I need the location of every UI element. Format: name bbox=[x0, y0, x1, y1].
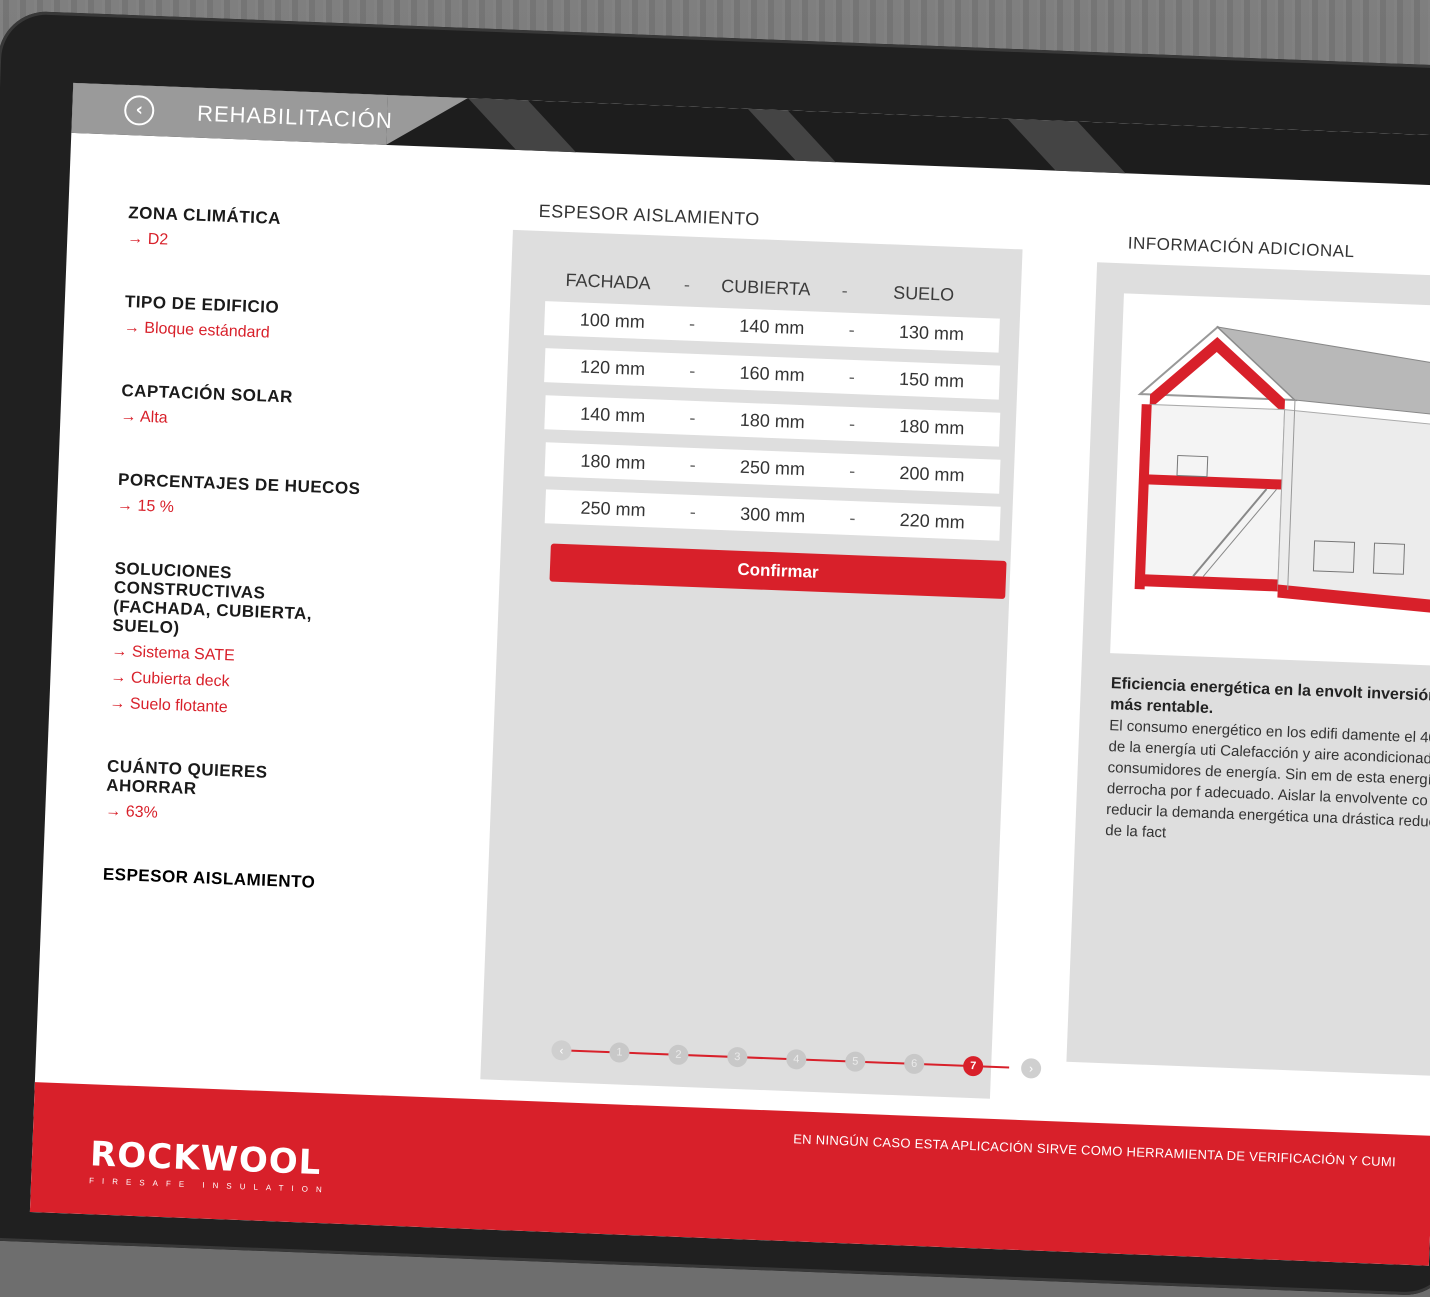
step-dot[interactable]: 3 bbox=[726, 1046, 748, 1068]
summary-value: → Alta bbox=[120, 407, 168, 427]
step-dot[interactable]: 1 bbox=[609, 1042, 630, 1063]
row-separator: - bbox=[849, 507, 856, 528]
row-separator: - bbox=[689, 454, 697, 475]
summary-item[interactable]: CUÁNTO QUIERES AHORRAR → 63% bbox=[105, 757, 357, 835]
column-headers: FACHADA - CUBIERTA - SUELO bbox=[541, 269, 991, 307]
step-dot[interactable]: 7 bbox=[962, 1055, 984, 1077]
summary-item[interactable]: CAPTACIÓN SOLAR → Alta bbox=[120, 381, 372, 440]
thickness-value: 300 mm bbox=[739, 503, 806, 526]
summary-value: → D2 bbox=[126, 230, 169, 249]
thickness-value: 120 mm bbox=[579, 356, 646, 379]
info-panel: Eficiencia energética en la envolt inver… bbox=[1066, 262, 1430, 1078]
row-separator: - bbox=[688, 313, 696, 334]
column-header: SUELO bbox=[892, 282, 955, 305]
row-separator: - bbox=[848, 413, 856, 434]
row-separator: - bbox=[848, 366, 856, 387]
rockwool-logo: ROCKWOOL bbox=[89, 1134, 323, 1184]
disclaimer-text: EN NINGÚN CASO ESTA APLICACIÓN SIRVE COM… bbox=[792, 1131, 1397, 1170]
thickness-value: 180 mm bbox=[898, 415, 965, 438]
thickness-value: 220 mm bbox=[899, 509, 966, 532]
footer: EN NINGÚN CASO ESTA APLICACIÓN SIRVE COM… bbox=[29, 1082, 1430, 1266]
header-decoration bbox=[1007, 118, 1126, 174]
thickness-value: 180 mm bbox=[580, 450, 646, 473]
row-separator: - bbox=[689, 501, 697, 522]
thickness-value: 100 mm bbox=[579, 308, 646, 332]
confirm-button[interactable]: Confirmar bbox=[549, 543, 1007, 600]
row-separator: - bbox=[688, 360, 696, 381]
thickness-option-row[interactable]: 250 mm - 300 mm - 220 mm bbox=[544, 489, 1001, 541]
thickness-value: 200 mm bbox=[899, 462, 965, 485]
summary-item[interactable]: ESPESOR AISLAMIENTO bbox=[103, 865, 354, 894]
monitor-frame: ‹ REHABILITACIÓN ZONA CLIMÁTICA → D2 TIPO … bbox=[0, 10, 1430, 1297]
row-separator: - bbox=[848, 460, 856, 481]
thickness-panel: FACHADA - CUBIERTA - SUELO Confirmar ‹ 1 2 3 4 5 6… bbox=[480, 229, 1042, 1099]
thickness-option-row[interactable]: 120 mm - 160 mm - 150 mm bbox=[544, 348, 1001, 400]
row-separator: - bbox=[848, 319, 856, 340]
progress-summary: ZONA CLIMÁTICA → D2 TIPO DE EDIFICIO → Bloq… bbox=[101, 203, 378, 933]
thickness-value: 160 mm bbox=[739, 362, 805, 385]
thickness-value: 140 mm bbox=[739, 315, 805, 338]
header-decoration bbox=[467, 98, 576, 153]
info-title: INFORMACIÓN ADICIONAL bbox=[1127, 233, 1355, 262]
house-illustration bbox=[1110, 293, 1430, 667]
summary-item[interactable]: SOLUCIONES CONSTRUCTIVAS (FACHADA, CUBIE… bbox=[109, 559, 365, 726]
thickness-value: 250 mm bbox=[580, 497, 647, 520]
header-decoration bbox=[747, 108, 836, 163]
step-dot[interactable]: 2 bbox=[668, 1044, 689, 1066]
step-dot[interactable]: 6 bbox=[903, 1053, 925, 1075]
summary-value: → 63% bbox=[104, 802, 159, 822]
thickness-value: 150 mm bbox=[898, 368, 965, 391]
thickness-value: 250 mm bbox=[739, 456, 806, 479]
thickness-value: 130 mm bbox=[898, 321, 965, 344]
summary-label: ESPESOR AISLAMIENTO bbox=[102, 864, 316, 892]
summary-value: → 15 % bbox=[116, 496, 175, 517]
summary-label: SOLUCIONES CONSTRUCTIVAS (FACHADA, CUBIE… bbox=[112, 558, 313, 638]
column-header: FACHADA bbox=[565, 269, 651, 294]
thickness-option-row[interactable]: 180 mm - 250 mm - 200 mm bbox=[544, 442, 1001, 494]
thickness-value: 140 mm bbox=[579, 403, 646, 426]
step-next-icon[interactable]: › bbox=[1020, 1057, 1042, 1079]
house-cutaway-icon bbox=[1134, 325, 1430, 614]
step-dot[interactable]: 4 bbox=[785, 1048, 807, 1070]
column-header: CUBIERTA bbox=[720, 275, 811, 300]
summary-item[interactable]: TIPO DE EDIFICIO → Bloque estándard bbox=[123, 292, 375, 351]
step-dot[interactable]: 5 bbox=[844, 1051, 866, 1072]
summary-value: → Bloque estándard bbox=[123, 318, 270, 342]
thickness-value: 180 mm bbox=[739, 409, 806, 432]
thickness-option-row[interactable]: 140 mm - 180 mm - 180 mm bbox=[544, 395, 1001, 447]
row-separator: - bbox=[689, 407, 696, 428]
summary-item[interactable]: PORCENTAJES DE HUECOS → 15 % bbox=[117, 470, 369, 529]
thickness-option-row[interactable]: 100 mm - 140 mm - 130 mm bbox=[543, 301, 1000, 353]
summary-label: CUÁNTO QUIERES AHORRAR bbox=[105, 756, 268, 799]
app-screen: ‹ REHABILITACIÓN ZONA CLIMÁTICA → D2 TIPO … bbox=[29, 82, 1430, 1266]
top-bar: ‹ REHABILITACIÓN bbox=[71, 82, 1430, 187]
step-prev-icon[interactable]: ‹ bbox=[551, 1039, 572, 1061]
section-title: ESPESOR AISLAMIENTO bbox=[538, 200, 761, 230]
column-separator: - bbox=[683, 274, 691, 295]
column-separator: - bbox=[841, 280, 849, 301]
info-body: El consumo energético en los edifi damen… bbox=[1104, 717, 1430, 842]
step-indicator: ‹ 1 2 3 4 5 6 7 › bbox=[551, 1038, 1042, 1080]
summary-item[interactable]: ZONA CLIMÁTICA → D2 bbox=[127, 203, 379, 262]
